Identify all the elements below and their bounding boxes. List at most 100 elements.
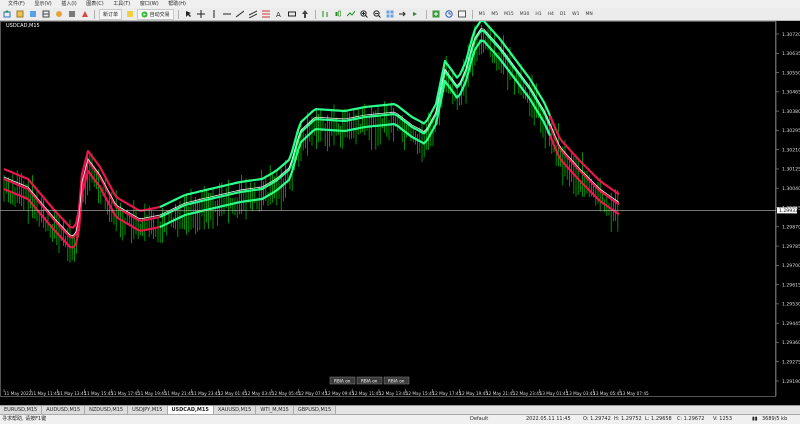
label-icon[interactable] xyxy=(287,10,298,19)
timeframe-m15[interactable]: M15 xyxy=(501,12,517,17)
time-tick-label: 12 May 15:45 xyxy=(406,391,435,396)
indicators-icon[interactable] xyxy=(431,10,442,19)
time-tick-label: 11 May 11:45 xyxy=(31,391,60,396)
crosshair-icon[interactable] xyxy=(196,10,207,19)
profiles-icon[interactable] xyxy=(14,10,25,19)
timeframe-d1[interactable]: D1 xyxy=(557,12,569,17)
rbia-button-label: RBIA on xyxy=(388,378,405,383)
time-tick-label: 13 May 01:45 xyxy=(540,391,569,396)
price-tick-label: 1.30635 xyxy=(782,51,800,57)
arrows-icon[interactable] xyxy=(300,10,311,19)
time-tick-label: 12 May 21:45 xyxy=(486,391,515,396)
new-order-button[interactable]: 新订单 xyxy=(99,8,123,20)
candlestick-icon[interactable] xyxy=(333,10,344,19)
cursor-icon[interactable] xyxy=(183,10,194,19)
time-tick-label: 12 May 01:45 xyxy=(218,391,247,396)
price-tick-label: 1.29615 xyxy=(782,282,800,288)
time-tick-label: 12 May 13:45 xyxy=(379,391,408,396)
bar-chart-icon[interactable] xyxy=(320,10,331,19)
zoom-in-icon[interactable] xyxy=(359,10,370,19)
timeframe-m5[interactable]: M5 xyxy=(488,12,501,17)
chart-window[interactable]: USDCAD,M15 1.30720 1.30635 1.30550 1.30465 1.… xyxy=(0,21,800,404)
price-tick-label: 1.30720 xyxy=(782,32,800,38)
price-tick-label: 1.29870 xyxy=(782,225,800,231)
menu-charts[interactable]: 图表(C) xyxy=(86,1,103,7)
price-tick-label: 1.29275 xyxy=(782,360,800,366)
time-tick-label: 11 May 2022 xyxy=(4,391,32,396)
price-tick-label: 1.30210 xyxy=(782,147,800,153)
price-tick-label: 1.29785 xyxy=(782,244,800,250)
timeframe-w1[interactable]: W1 xyxy=(569,12,582,17)
market-watch-icon[interactable] xyxy=(27,10,38,19)
menu-window[interactable]: 窗口(W) xyxy=(140,1,159,7)
time-tick-label: 11 May 21:45 xyxy=(165,391,194,396)
tile-windows-icon[interactable] xyxy=(385,10,396,19)
menu-tools[interactable]: 工具(T) xyxy=(113,1,130,7)
menu-file[interactable]: 文件(F) xyxy=(8,1,25,7)
rbia-button-label: RBIA on xyxy=(361,378,378,383)
navigator-icon[interactable] xyxy=(53,10,64,19)
trendline-icon[interactable] xyxy=(235,10,246,19)
chart-shift-icon[interactable] xyxy=(398,10,409,19)
price-tick-label: 1.29445 xyxy=(782,321,800,327)
time-tick-label: 12 May 09:45 xyxy=(325,391,354,396)
time-tick-label: 11 May 19:45 xyxy=(138,391,167,396)
auto-trading-button[interactable]: 自动交易 xyxy=(137,8,174,20)
time-tick-label: 11 May 15:45 xyxy=(84,391,113,396)
auto-trading-label: 自动交易 xyxy=(149,11,170,18)
time-tick-label: 11 May 17:45 xyxy=(111,391,140,396)
price-tick-label: 1.29700 xyxy=(782,263,800,269)
vertical-line-icon[interactable] xyxy=(209,10,220,19)
meta-editor-icon[interactable] xyxy=(124,10,135,19)
strategy-tester-icon[interactable] xyxy=(79,10,90,19)
timeframe-mn[interactable]: MN xyxy=(582,12,595,17)
price-tick-label: 1.29530 xyxy=(782,302,800,308)
svg-text:A: A xyxy=(276,11,281,18)
time-tick-label: 13 May 03:45 xyxy=(566,391,595,396)
time-tick-label: 11 May 13:45 xyxy=(58,391,87,396)
timeframe-m1[interactable]: M1 xyxy=(476,12,489,17)
price-tick-label: 1.29360 xyxy=(782,340,800,346)
plot-frame xyxy=(0,21,776,397)
time-tick-label: 12 May 17:45 xyxy=(433,391,462,396)
timeframe-h1[interactable]: H1 xyxy=(532,12,544,17)
new-chart-icon[interactable] xyxy=(1,10,12,19)
zoom-out-icon[interactable] xyxy=(372,10,383,19)
menu-insert[interactable]: 插入(I) xyxy=(61,1,76,7)
time-tick-label: 12 May 11:45 xyxy=(352,391,381,396)
timeframe-h4[interactable]: H4 xyxy=(545,12,557,17)
price-tick-label: 1.29190 xyxy=(782,379,800,385)
text-icon[interactable]: A xyxy=(274,10,285,19)
price-tick-label: 1.30380 xyxy=(782,109,800,115)
time-tick-label: 12 May 23:45 xyxy=(513,391,542,396)
fibonacci-icon[interactable] xyxy=(261,10,272,19)
horizontal-line-icon[interactable] xyxy=(222,10,233,19)
autoscroll-icon[interactable] xyxy=(411,10,422,19)
symbol-label: USDCAD,M15 xyxy=(6,23,40,29)
band-line-3 xyxy=(159,39,552,228)
current-price-label: 1.29933 xyxy=(779,208,798,214)
auto-trading-icon xyxy=(141,11,148,17)
price-tick-label: 1.30040 xyxy=(782,186,800,192)
price-tick-label: 1.30125 xyxy=(782,167,800,173)
price-tick-label: 1.30465 xyxy=(782,90,800,96)
time-tick-label: 13 May 07:45 xyxy=(620,391,649,396)
toolbar: 新订单 自动交易 A M1 M5 M15 M30 H1 H4 D1 W1 MN xyxy=(0,8,800,21)
price-tick-label: 1.30295 xyxy=(782,128,800,134)
menu-help[interactable]: 帮助(H) xyxy=(168,1,186,7)
rbia-button-label: RBIA on xyxy=(334,378,351,383)
channel-icon[interactable] xyxy=(248,10,259,19)
terminal-icon[interactable] xyxy=(66,10,77,19)
menu-bar: 文件(F) 显示(V) 插入(I) 图表(C) 工具(T) 窗口(W) 帮助(H… xyxy=(0,0,800,8)
line-chart-icon[interactable] xyxy=(346,10,357,19)
menu-view[interactable]: 显示(V) xyxy=(34,1,51,7)
price-tick-label: 1.30550 xyxy=(782,70,800,76)
periods-icon[interactable] xyxy=(444,10,455,19)
timeframe-m30[interactable]: M30 xyxy=(517,12,533,17)
templates-icon[interactable] xyxy=(457,10,468,19)
new-order-label: 新订单 xyxy=(103,11,119,18)
data-window-icon[interactable] xyxy=(40,10,51,19)
price-chart[interactable]: USDCAD,M15 1.30720 1.30635 1.30550 1.30465 1.… xyxy=(0,21,800,404)
time-tick-label: 13 May 05:45 xyxy=(593,391,622,396)
band-line-2 xyxy=(159,29,552,218)
